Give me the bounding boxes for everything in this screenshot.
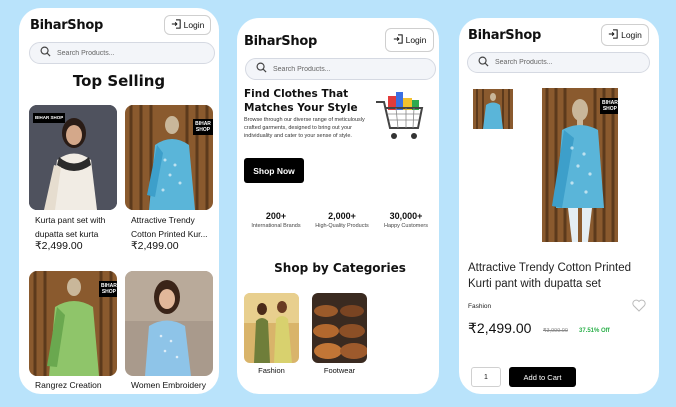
quantity-field[interactable]: 1 [471,367,501,387]
login-icon [171,19,181,31]
hero-title: Find Clothes That Matches Your Style [244,88,358,114]
search-icon [30,44,57,62]
product-price: ₹2,499.00 [468,320,532,336]
login-icon [608,29,618,41]
stat-products: 2,000+ High-Quality Products [307,211,377,229]
product-badge: BIHAR SHOP [600,98,618,114]
hero-description: Browse through our diverse range of meti… [244,117,365,139]
category-image-footwear[interactable] [312,293,367,363]
brand-logo[interactable]: BiharShop [468,28,541,43]
shopping-cart-icon [374,90,426,151]
product-badge: BIHAR SHOP [99,281,117,297]
product-name[interactable]: Women Embroidery [131,378,215,392]
brand-logo[interactable]: BiharShop [30,18,103,33]
search-bar[interactable] [467,52,650,73]
category-label[interactable]: Footwear [312,366,367,375]
login-label: Login [405,35,427,45]
categories-title: Shop by Categories [274,261,406,275]
product-name[interactable]: Kurta pant set with dupatta set kurta [35,213,119,241]
product-price: ₹2,499.00 [35,240,83,252]
product-old-price: ₹3,999.00 [543,328,568,334]
stat-international-brands: 200+ International Brands [241,211,311,229]
product-image[interactable] [125,271,213,376]
phone-screen-home: BiharShop Login Find Clothes That Matche… [237,18,439,394]
shop-now-button[interactable]: Shop Now [244,158,304,183]
login-button[interactable]: Login [385,28,434,52]
product-image[interactable]: BIHAR SHOP [125,105,213,210]
search-input[interactable] [57,49,177,57]
search-input[interactable] [495,59,615,66]
search-input[interactable] [273,65,393,73]
search-icon [468,54,495,72]
search-icon [246,60,273,78]
login-button[interactable]: Login [601,24,649,46]
stat-label: High-Quality Products [315,223,369,229]
category-image-fashion[interactable] [244,293,299,363]
login-button[interactable]: Login [164,15,211,35]
product-badge: BIHAR SHOP [193,119,213,135]
product-title: Attractive Trendy Cotton Printed Kurti p… [468,262,631,290]
product-category[interactable]: Fashion [468,303,491,310]
login-label: Login [621,30,642,40]
product-name[interactable]: Rangrez Creation [35,378,119,392]
stat-value: 2,000+ [328,211,356,221]
phone-screen-top-selling: BiharShop Login Top Selling BIHAR SHOP K… [19,8,219,394]
product-thumbnail[interactable] [473,89,513,129]
product-name[interactable]: Attractive Trendy Cotton Printed Kur... [131,213,215,241]
stat-value: 30,000+ [389,211,423,221]
product-discount: 37.51% Off [579,328,610,334]
product-price: ₹2,499.00 [131,240,179,252]
heart-icon[interactable] [632,299,646,317]
brand-logo[interactable]: BiharShop [244,34,317,49]
search-bar[interactable] [29,42,215,64]
section-title: Top Selling [72,72,166,90]
login-icon [393,34,403,46]
stat-customers: 30,000+ Happy Customers [373,211,439,229]
product-main-image[interactable]: BIHAR SHOP [542,88,618,242]
phone-screen-product-detail: BiharShop Login Search Products... BIHAR… [459,18,659,394]
add-to-cart-button[interactable]: Add to Cart [509,367,576,387]
product-image[interactable]: BIHAR SHOP [29,271,117,376]
stat-label: Happy Customers [383,223,429,229]
product-image[interactable]: BIHAR SHOP [29,105,117,210]
search-bar[interactable] [245,58,436,80]
login-label: Login [183,20,205,30]
stat-label: International Brands [251,223,301,229]
category-label[interactable]: Fashion [244,366,299,375]
stat-value: 200+ [265,211,287,221]
product-badge: BIHAR SHOP [33,113,66,123]
